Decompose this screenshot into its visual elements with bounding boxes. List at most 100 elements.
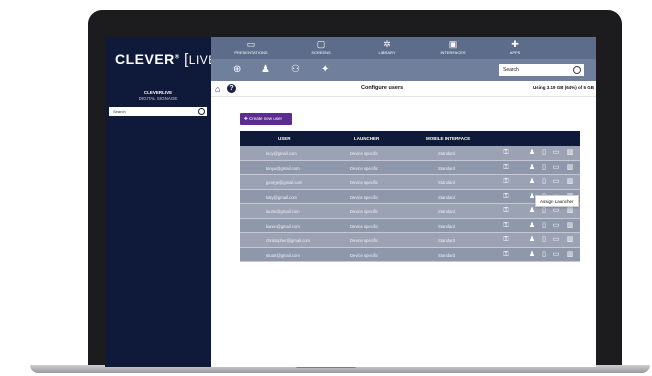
mobile-interface-value: Standard — [438, 180, 455, 185]
logo-registered: ® — [174, 54, 180, 61]
user-settings-icon[interactable]: ✦ — [321, 64, 329, 76]
mobile-interface-value: Standard — [438, 194, 455, 200]
screen-icon[interactable]: ▭ — [552, 148, 560, 158]
trash-icon[interactable]: ▥ — [566, 177, 574, 187]
launcher-value: Device specific — [350, 238, 378, 243]
top-search-placeholder: Search — [503, 67, 519, 73]
app-screen: CLEVER® [LIVE] CLEVERLIVE DIGITAL SIGNAG… — [105, 37, 596, 367]
trash-icon[interactable]: ▥ — [566, 163, 574, 173]
home-icon[interactable]: ⌂ — [215, 84, 220, 94]
top-search-input[interactable]: Search — [499, 64, 584, 76]
table-row[interactable]: stuart@gmail.com Device specific Standard ⚿… — [240, 247, 580, 262]
table-row[interactable]: lucy@gmail.com Device specific Standard ⚿ ♟ ▯… — [240, 146, 580, 161]
user-email: karen@gmail.com — [266, 223, 300, 229]
trash-icon[interactable]: ▥ — [566, 235, 574, 245]
person-icon[interactable]: ♟ — [528, 148, 536, 158]
person-icon[interactable]: ♟ — [528, 250, 536, 260]
search-clear-icon[interactable] — [198, 108, 205, 115]
page-header: ⌂ ? Configure users Using 3.19 GB (64%) … — [211, 81, 596, 97]
unlock-icon[interactable]: ⚿ — [502, 235, 510, 245]
table-row[interactable]: karen@gmail.com Device specific Standard ⚿ ♟… — [240, 218, 580, 233]
table-row[interactable]: tanya@gmail.com Device specific Standard ⚿ ♟… — [240, 160, 580, 175]
create-user-label: Create new user — [249, 116, 283, 121]
sidebar: CLEVER® [LIVE] CLEVERLIVE DIGITAL SIGNAG… — [105, 37, 221, 367]
nav-label: LIBRARY — [378, 50, 396, 55]
sidebar-search-input[interactable]: Search — [109, 107, 207, 116]
launcher-value: Device specific — [350, 180, 378, 185]
nav-label: INTERFACES — [440, 50, 466, 55]
unlock-icon[interactable]: ⚿ — [502, 221, 510, 231]
add-circle-icon[interactable]: ⊕ — [233, 64, 241, 76]
monitor-icon: ▢ — [316, 39, 326, 49]
screen-icon[interactable]: ▭ — [552, 221, 560, 231]
mobile-icon[interactable]: ▯ — [540, 163, 548, 173]
screen-icon[interactable]: ▭ — [552, 206, 560, 216]
mobile-interface-value: Standard — [438, 238, 455, 243]
apps-icon: ✚ — [511, 39, 519, 49]
user-email: christopher@gmail.com — [266, 238, 311, 243]
user-email: stuart@gmail.com — [266, 252, 300, 258]
toolbar: ⊕ ♟ ⚇ ✦ Search — [211, 59, 596, 81]
page-title: Configure users — [361, 85, 404, 91]
mobile-icon[interactable]: ▯ — [540, 148, 548, 158]
unlock-icon[interactable]: ⚿ — [502, 192, 510, 202]
trash-icon[interactable]: ▥ — [566, 148, 574, 158]
table-row[interactable]: christopher@gmail.com Device specific Stan… — [240, 233, 580, 248]
users-icon[interactable]: ⚇ — [291, 64, 300, 76]
help-icon[interactable]: ? — [227, 84, 236, 93]
sidebar-search-placeholder: Search — [113, 109, 126, 114]
user-email: laurie@gmail.com — [266, 209, 300, 214]
unlock-icon[interactable]: ⚿ — [502, 163, 510, 173]
screen-icon[interactable]: ▭ — [552, 177, 560, 187]
nav-presentations[interactable]: ▭ PRESENTATIONS — [221, 39, 281, 55]
mobile-icon[interactable]: ▯ — [540, 250, 548, 260]
unlock-icon[interactable]: ⚿ — [502, 250, 510, 260]
person-icon[interactable]: ♟ — [528, 177, 536, 187]
person-icon[interactable]: ♟ — [528, 235, 536, 245]
launcher-value: Device specific — [350, 252, 378, 258]
table-row[interactable]: george@gmail.com Device specific Standard ⚿… — [240, 175, 580, 190]
logo[interactable]: CLEVER® [LIVE] — [115, 51, 221, 68]
unlock-icon[interactable]: ⚿ — [502, 206, 510, 216]
mobile-interface-value: Standard — [438, 209, 455, 214]
person-icon[interactable]: ♟ — [528, 221, 536, 231]
user-email: lucy@gmail.com — [266, 151, 297, 156]
screen-icon[interactable]: ▭ — [552, 235, 560, 245]
person-icon[interactable]: ♟ — [528, 163, 536, 173]
trash-icon[interactable]: ▥ — [566, 221, 574, 231]
nav-interfaces[interactable]: ▣ INTERFACES — [423, 39, 483, 55]
trash-icon[interactable]: ▥ — [566, 206, 574, 216]
column-mobile: MOBILE INTERFACE — [426, 136, 471, 141]
nav-label: APPS — [509, 50, 521, 55]
create-user-button[interactable]: ✚ Create new user — [240, 113, 292, 125]
screen-icon[interactable]: ▭ — [552, 250, 560, 260]
user-email: tanya@gmail.com — [266, 165, 300, 171]
mobile-interface-value: Standard — [438, 151, 455, 156]
interfaces-icon: ▣ — [448, 39, 458, 49]
user-email: katy@gmail.com — [266, 194, 298, 200]
storage-usage: Using 3.19 GB (64%) of 5 GB — [532, 85, 594, 90]
nav-library[interactable]: ✲ LIBRARY — [357, 39, 417, 55]
column-launcher: LAUNCHER — [354, 136, 380, 141]
nav-screens[interactable]: ▢ SCREENS — [291, 39, 351, 55]
user-icon[interactable]: ♟ — [261, 64, 270, 76]
unlock-icon[interactable]: ⚿ — [502, 148, 510, 158]
table-header: USER LAUNCHER MOBILE INTERFACE — [240, 131, 580, 146]
table-row[interactable]: laurie@gmail.com Device specific Standard ⚿… — [240, 204, 580, 219]
table-body: lucy@gmail.com Device specific Standard ⚿ ♟ ▯… — [240, 146, 580, 262]
unlock-icon[interactable]: ⚿ — [502, 177, 510, 187]
search-clear-icon[interactable] — [573, 66, 581, 74]
mobile-icon[interactable]: ▯ — [540, 206, 548, 216]
users-table: USER LAUNCHER MOBILE INTERFACE lucy@gmai… — [240, 131, 580, 262]
mobile-interface-value: Standard — [438, 252, 455, 258]
mobile-icon[interactable]: ▯ — [540, 235, 548, 245]
person-icon[interactable]: ♟ — [528, 206, 536, 216]
table-row[interactable]: katy@gmail.comDevice specificStandard⚿♟▯… — [240, 189, 580, 204]
mobile-icon[interactable]: ▯ — [540, 221, 548, 231]
trash-icon[interactable]: ▥ — [566, 250, 574, 260]
screen-icon[interactable]: ▭ — [552, 163, 560, 173]
mobile-interface-value: Standard — [438, 223, 455, 229]
mobile-icon[interactable]: ▯ — [540, 177, 548, 187]
nav-apps[interactable]: ✚ APPS — [485, 39, 545, 55]
assign-launcher-tooltip: Assign Launcher — [535, 195, 579, 207]
